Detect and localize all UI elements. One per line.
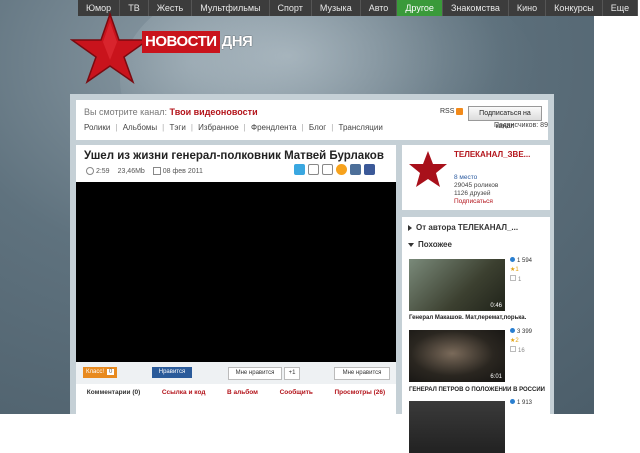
video-meta: 2:59 23,46Mb 08 фев 2011 [86,167,203,175]
author-subscribe-link[interactable]: Подписаться [454,198,498,206]
similar-stars-1: ★1 [510,267,519,273]
nav-item-kino[interactable]: Кино [509,0,547,16]
author-place: 8 место [454,174,478,181]
star-logo-icon [70,12,150,84]
similar-stars-2: ★2 [510,338,519,344]
author-name-link[interactable]: ТЕЛЕКАНАЛ_ЗВЕ... [454,150,530,159]
calendar-icon [152,167,161,175]
rss-link[interactable]: RSS [440,108,464,115]
ok-class-label: Класс! [86,369,104,375]
nav-item-other[interactable]: Другое [397,0,443,16]
channel-name-link[interactable]: Твои видеоновости [170,107,258,117]
duration-item: 2:59 [86,167,110,175]
similar-label: Похожее [418,240,452,249]
facebook-like-button[interactable]: Мне нравится [334,367,390,380]
tab-to-album[interactable]: В альбом [227,386,258,400]
chevron-right-icon [408,224,412,231]
video-date: 08 фев 2011 [162,167,203,175]
video-column: Ушел из жизни генерал-полковник Матвей Б… [76,145,396,414]
from-author-toggle[interactable]: От автора ТЕЛЕКАНАЛ_... [408,223,518,232]
right-gutter [594,0,640,414]
twitter-icon[interactable] [294,164,305,175]
rss-label: RSS [440,108,455,115]
nav-item-dating[interactable]: Знакомства [443,0,509,16]
tab-link-code[interactable]: Ссылка и код [162,386,206,400]
author-videos: 29045 роликов [454,182,499,189]
share-icons [294,164,375,175]
channel-tab-albums[interactable]: Альбомы [123,123,157,132]
nav-item-zhest[interactable]: Жесть [149,0,193,16]
logo-text-novosti: НОВОСТИ [142,31,220,53]
similar-title-1[interactable]: Генерал Макашов. Мат,перемат,порька. [409,315,526,321]
clock-icon [86,167,94,175]
ok-class-button[interactable]: Класс! 0 [83,367,118,378]
video-tabs: Комментарии (0) Ссылка и код В альбом Со… [76,386,396,400]
top-nav: Юмор ТВ Жесть Мультфильмы Спорт Музыка А… [78,0,639,16]
mailru-like-button[interactable]: Нравится [152,367,192,378]
similar-comments-1: 1 [510,275,532,285]
watching-channel: Вы смотрите канал: Твои видеоновости [84,107,258,117]
site-logo[interactable]: НОВОСТИ ДНЯ [142,31,253,53]
logo-text-dnya: ДНЯ [221,33,253,50]
similar-title-2[interactable]: ГЕНЕРАЛ ПЕТРОВ О ПОЛОЖЕНИИ В РОССИИ [409,387,545,393]
similar-views-3: 1 913 [510,399,532,408]
similar-stats-3: 1 913 [510,399,532,408]
similar-views-1: 1 594 [510,257,532,266]
channel-tab-videos[interactable]: Ролики [84,123,110,132]
mailru-icon[interactable] [336,164,347,175]
nav-item-auto[interactable]: Авто [361,0,398,16]
channel-tabs: Ролики | Альбомы | Тэги | Избранное | Френдл… [84,123,383,132]
author-stats: 8 место 29045 роликов 1126 друзей Подпис… [454,174,498,206]
channel-tab-friendfeed[interactable]: Френдлента [251,123,297,132]
from-author-label: От автора ТЕЛЕКАНАЛ_... [416,223,519,232]
facebook-icon[interactable] [364,164,375,175]
tab-views[interactable]: Просмотры (26) [334,386,385,400]
subscribers-count: Подписчиков: 89 [494,122,548,129]
tab-report[interactable]: Сообщить [280,386,313,400]
channel-header: Вы смотрите канал: Твои видеоновости Рол… [76,100,548,140]
nav-item-more[interactable]: Еще [603,0,639,16]
video-size: 23,46Mb [117,167,145,175]
email-icon[interactable] [322,164,333,175]
video-duration: 2:59 [95,167,110,175]
related-videos-panel: От автора ТЕЛЕКАНАЛ_... Похожее 0:46 1 5… [402,217,550,453]
similar-duration-1: 0:46 [490,303,502,309]
similar-duration-2: 6:01 [490,374,502,380]
google-plus-one-button[interactable]: +1 [284,367,300,380]
subscribe-channel-button[interactable]: Подписаться на канал [468,106,542,130]
tab-comments[interactable]: Комментарии (0) [87,386,141,400]
similar-comments-2: 16 [510,346,532,356]
vk-icon[interactable] [350,164,361,175]
date-item: 08 фев 2011 [152,167,203,175]
video-title: Ушел из жизни генерал-полковник Матвей Б… [84,150,384,162]
nav-item-sport[interactable]: Спорт [270,0,312,16]
rss-icon [456,108,464,115]
similar-thumb-2[interactable]: 6:01 [409,330,505,382]
similar-thumb-1[interactable]: 0:46 [409,259,505,311]
vk-like-button[interactable]: Мне нравится [228,367,282,380]
author-friends: 1126 друзей [454,190,491,197]
social-like-bar: Класс! 0 Нравится Мне нравится +1 Мне нра… [76,362,396,384]
watching-label: Вы смотрите канал: [84,107,168,117]
channel-tab-favorites[interactable]: Избранное [198,123,239,132]
channel-tab-tags[interactable]: Тэги [169,123,185,132]
author-card: ТЕЛЕКАНАЛ_ЗВЕ... 8 место 29045 роликов 1… [402,145,550,210]
similar-toggle[interactable]: Похожее [408,240,452,249]
channel-tab-broadcasts[interactable]: Трансляции [339,123,383,132]
nav-item-contests[interactable]: Конкурсы [546,0,603,16]
similar-thumb-3[interactable] [409,401,505,453]
similar-views-2: 3 399 [510,328,532,337]
video-player[interactable] [76,182,396,362]
similar-stats-1: 1 594 ★1 1 [510,257,532,285]
nav-item-music[interactable]: Музыка [312,0,361,16]
similar-stats-2: 3 399 ★2 16 [510,328,532,356]
author-avatar-star-icon[interactable] [408,149,448,189]
chevron-down-icon [408,242,414,247]
link-icon[interactable] [308,164,319,175]
channel-tab-blog[interactable]: Блог [309,123,326,132]
nav-item-cartoons[interactable]: Мультфильмы [192,0,270,16]
ok-class-count: 0 [107,369,115,375]
